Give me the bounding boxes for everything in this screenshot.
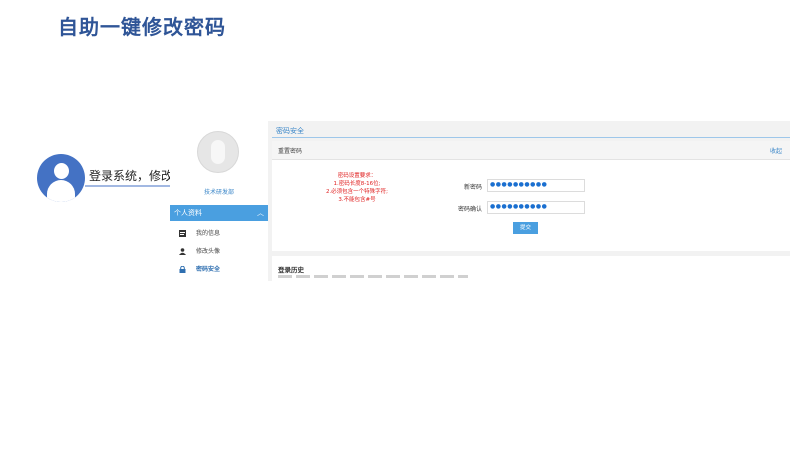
new-password-value: ●●●●●●●●●● <box>490 181 548 188</box>
history-row <box>278 275 468 278</box>
tab-password-security[interactable]: 密码安全 <box>276 126 304 136</box>
confirm-password-label: 密码确认 <box>457 206 482 213</box>
confirm-password-input[interactable]: ●●●●●●●●●● <box>487 201 585 214</box>
profile-picture[interactable] <box>197 131 239 173</box>
new-password-label: 新密码 <box>463 184 482 191</box>
panel-header: 重置密码 收起 <box>272 141 790 160</box>
sidebar-item-label: 修改头像 <box>196 248 221 255</box>
slide-title: 自助一键修改密码 <box>58 15 226 39</box>
app-screenshot: 技术研发部 个人资料 ︿ 我的信息 修改头像 密码安全 密码安全 重置密码 收起 <box>170 121 790 281</box>
sidebar-item-change-avatar[interactable]: 修改头像 <box>170 243 268 261</box>
requirement-line: 3.不能包含#号 <box>338 197 376 203</box>
submit-button[interactable]: 提交 <box>513 222 538 234</box>
profile-card-icon <box>179 230 186 237</box>
divider <box>272 137 790 138</box>
requirement-line: 2.必须包含一个特殊字符; <box>325 189 389 195</box>
user-avatar-icon <box>37 154 85 202</box>
sidebar-item-label: 密码安全 <box>196 266 221 273</box>
username-link[interactable]: 技术研发部 <box>170 187 268 196</box>
sidebar-item-my-info[interactable]: 我的信息 <box>170 225 268 243</box>
sidebar-section-label: 个人资料 <box>174 209 202 217</box>
confirm-password-value: ●●●●●●●●●● <box>490 203 548 210</box>
sidebar: 技术研发部 个人资料 ︿ 我的信息 修改头像 密码安全 <box>170 121 268 281</box>
reset-password-panel: 重置密码 收起 密码设置要求： 1.密码长度8-16位; 2.必须包含一个特殊字… <box>272 141 790 251</box>
password-requirements: 密码设置要求： 1.密码长度8-16位; 2.必须包含一个特殊字符; 3.不能包… <box>312 172 402 204</box>
new-password-input[interactable]: ●●●●●●●●●● <box>487 179 585 192</box>
sidebar-item-label: 我的信息 <box>196 230 221 237</box>
sidebar-item-password-security[interactable]: 密码安全 <box>170 261 268 279</box>
requirement-line: 1.密码长度8-16位; <box>333 181 381 187</box>
login-history-panel: 登录历史 <box>272 256 790 281</box>
requirement-line: 密码设置要求： <box>337 173 377 179</box>
main-content: 密码安全 重置密码 收起 密码设置要求： 1.密码长度8-16位; 2.必须包含… <box>272 121 790 281</box>
login-history-title: 登录历史 <box>278 266 304 274</box>
panel-title: 重置密码 <box>278 148 303 155</box>
sidebar-section-personal[interactable]: 个人资料 ︿ <box>170 205 268 221</box>
lock-icon <box>179 266 186 273</box>
chevron-up-icon: ︿ <box>257 209 264 217</box>
collapse-link[interactable]: 收起 <box>770 146 782 155</box>
user-icon <box>179 248 186 255</box>
